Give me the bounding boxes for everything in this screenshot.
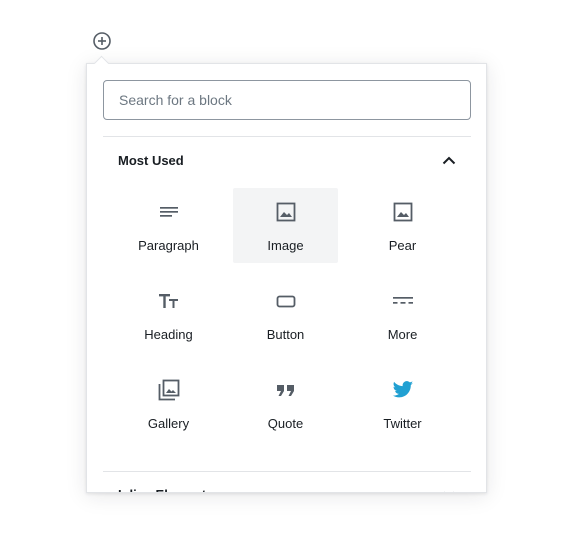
block-label: Image <box>267 238 304 253</box>
image-icon <box>391 200 415 224</box>
search-wrapper <box>103 80 471 120</box>
block-label: Quote <box>267 416 304 431</box>
block-label: Pear <box>388 238 417 253</box>
block-item-button[interactable]: Button <box>233 277 338 352</box>
panel-toggle-inline-elements[interactable]: Inline Elements <box>103 472 471 492</box>
inserter-toggle-button[interactable] <box>92 31 112 51</box>
block-search-input[interactable] <box>103 80 471 120</box>
block-item-quote[interactable]: Quote <box>233 366 338 441</box>
gallery-icon <box>157 378 181 402</box>
chevron-up-icon <box>439 150 459 170</box>
block-inserter-popover: Most Used Paragraph <box>86 63 487 493</box>
block-item-pear[interactable]: Pear <box>350 188 455 263</box>
panel-title: Most Used <box>118 152 184 168</box>
block-label: Paragraph <box>138 238 199 253</box>
block-label: More <box>387 327 418 342</box>
heading-icon <box>157 289 181 313</box>
paragraph-icon <box>157 200 181 224</box>
block-item-image[interactable]: Image <box>233 188 338 263</box>
chevron-down-icon <box>439 485 459 492</box>
block-item-paragraph[interactable]: Paragraph <box>116 188 221 263</box>
block-item-heading[interactable]: Heading <box>116 277 221 352</box>
block-item-twitter[interactable]: Twitter <box>350 366 455 441</box>
twitter-icon <box>391 378 415 402</box>
panel-title: Inline Elements <box>103 472 213 492</box>
block-label: Heading <box>144 327 193 342</box>
block-item-more[interactable]: More <box>350 277 455 352</box>
block-label: Twitter <box>383 416 422 431</box>
more-icon <box>391 289 415 313</box>
panel-toggle-most-used[interactable]: Most Used <box>103 137 471 183</box>
image-icon <box>274 200 298 224</box>
quote-icon <box>274 378 298 402</box>
block-label: Gallery <box>147 416 190 431</box>
block-types-list: Paragraph Image Pear Heading Button More… <box>110 188 461 455</box>
block-label: Button <box>266 327 305 342</box>
popover-arrow <box>94 55 110 64</box>
button-icon <box>274 289 298 313</box>
plus-circle-icon <box>93 32 111 50</box>
block-item-gallery[interactable]: Gallery <box>116 366 221 441</box>
